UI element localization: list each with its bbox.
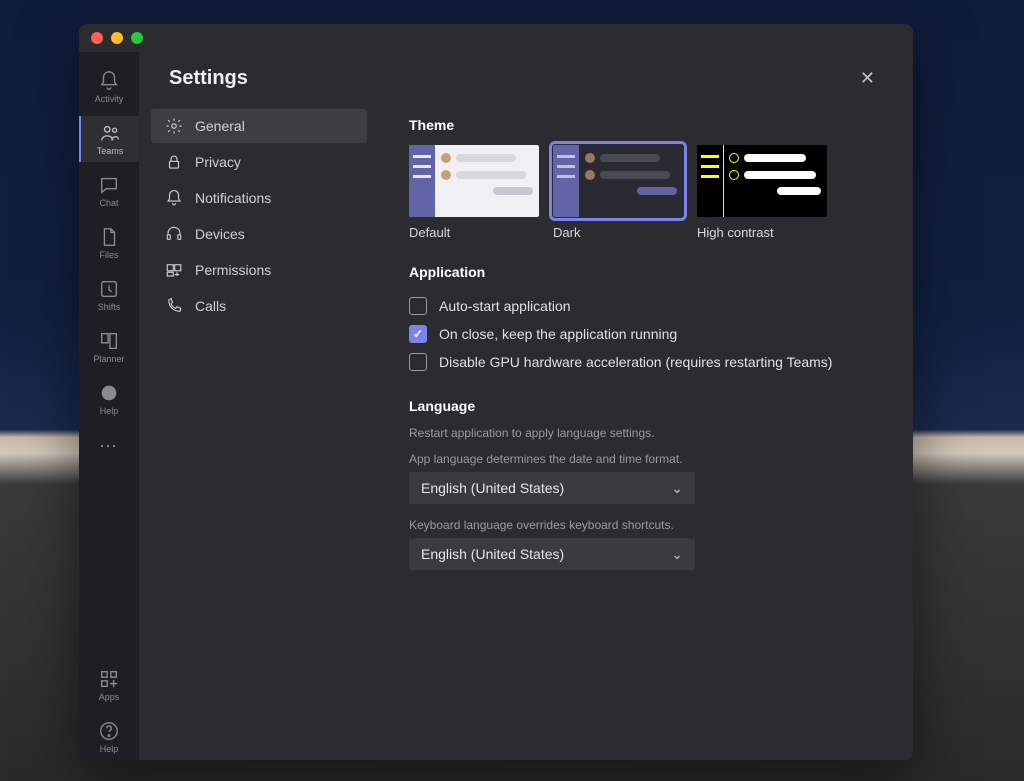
bell-icon — [165, 189, 183, 207]
nav-label: Permissions — [195, 262, 271, 278]
rail-label: Chat — [99, 198, 118, 208]
rail-item-bottom-help[interactable]: Help — [79, 714, 139, 760]
headset-icon — [165, 225, 183, 243]
rail-label: Files — [99, 250, 118, 260]
theme-option-dark[interactable]: Dark — [553, 145, 683, 240]
window-zoom-button[interactable] — [131, 32, 143, 44]
titlebar — [79, 24, 913, 52]
nav-label: Calls — [195, 298, 226, 314]
settings-content: Theme Default — [379, 103, 913, 760]
rail-label: Activity — [95, 94, 124, 104]
chevron-down-icon: ⌄ — [671, 546, 683, 563]
select-value: English (United States) — [421, 546, 564, 562]
info-icon — [98, 382, 120, 404]
theme-label: Default — [409, 225, 539, 240]
theme-label: High contrast — [697, 225, 827, 240]
chevron-down-icon: ⌄ — [671, 480, 683, 497]
rail-label: Planner — [93, 354, 124, 364]
rail-label: Teams — [97, 146, 124, 156]
planner-icon — [98, 330, 120, 352]
window-minimize-button[interactable] — [111, 32, 123, 44]
rail-item-planner[interactable]: Planner — [79, 324, 139, 370]
file-icon — [98, 226, 120, 248]
theme-preview-dark — [553, 145, 683, 217]
nav-item-permissions[interactable]: Permissions — [151, 253, 367, 287]
window-close-button[interactable] — [91, 32, 103, 44]
checkbox-label: On close, keep the application running — [439, 326, 677, 342]
checkbox-disable-gpu[interactable] — [409, 353, 427, 371]
rail-item-teams[interactable]: Teams — [79, 116, 139, 162]
app-rail: Activity Teams Chat Files Shifts Planner… — [79, 52, 139, 760]
checkbox-keep-running[interactable] — [409, 325, 427, 343]
nav-label: Devices — [195, 226, 245, 242]
checkbox-row-keep-running: On close, keep the application running — [409, 320, 883, 348]
clock-icon — [98, 278, 120, 300]
rail-item-activity[interactable]: Activity — [79, 64, 139, 110]
theme-section-title: Theme — [409, 117, 883, 133]
checkbox-label: Auto-start application — [439, 298, 571, 314]
rail-item-chat[interactable]: Chat — [79, 168, 139, 214]
chat-icon — [98, 174, 120, 196]
checkbox-label: Disable GPU hardware acceleration (requi… — [439, 354, 832, 370]
rail-item-apps[interactable]: Apps — [79, 662, 139, 708]
rail-item-help-info[interactable]: Help — [79, 376, 139, 422]
nav-item-privacy[interactable]: Privacy — [151, 145, 367, 179]
gear-icon — [165, 117, 183, 135]
keyboard-language-select[interactable]: English (United States) ⌄ — [409, 538, 695, 570]
nav-item-calls[interactable]: Calls — [151, 289, 367, 323]
theme-option-default[interactable]: Default — [409, 145, 539, 240]
rail-label: Help — [100, 406, 119, 416]
modal-header: Settings ✕ — [139, 52, 913, 103]
language-section-title: Language — [409, 398, 883, 414]
theme-option-high-contrast[interactable]: High contrast — [697, 145, 827, 240]
checkbox-autostart[interactable] — [409, 297, 427, 315]
theme-preview-high-contrast — [697, 145, 827, 217]
app-language-select[interactable]: English (United States) ⌄ — [409, 472, 695, 504]
rail-item-shifts[interactable]: Shifts — [79, 272, 139, 318]
modal-title: Settings — [169, 67, 248, 90]
lock-icon — [165, 153, 183, 171]
checkbox-row-disable-gpu: Disable GPU hardware acceleration (requi… — [409, 348, 883, 376]
close-icon[interactable]: ✕ — [852, 64, 883, 93]
keyboard-language-note: Keyboard language overrides keyboard sho… — [409, 518, 883, 532]
key-icon — [165, 261, 183, 279]
rail-label: Help — [100, 744, 119, 754]
settings-modal: Settings ✕ General Privacy Notifications — [139, 52, 913, 760]
help-icon — [98, 720, 120, 742]
phone-icon — [165, 297, 183, 315]
rail-label: Apps — [99, 692, 120, 702]
nav-item-general[interactable]: General — [151, 109, 367, 143]
nav-item-devices[interactable]: Devices — [151, 217, 367, 251]
nav-label: General — [195, 118, 245, 134]
rail-item-files[interactable]: Files — [79, 220, 139, 266]
settings-nav: General Privacy Notifications Devices Pe… — [139, 103, 379, 760]
apps-icon — [98, 668, 120, 690]
language-restart-note: Restart application to apply language se… — [409, 426, 883, 440]
app-window: ⋯ Activity Teams Chat Files Shifts Plann… — [79, 24, 913, 760]
checkbox-row-autostart: Auto-start application — [409, 292, 883, 320]
select-value: English (United States) — [421, 480, 564, 496]
application-section-title: Application — [409, 264, 883, 280]
people-icon — [99, 122, 121, 144]
rail-more-icon[interactable]: ⋯ — [99, 428, 119, 465]
app-language-note: App language determines the date and tim… — [409, 452, 883, 466]
theme-preview-default — [409, 145, 539, 217]
bell-icon — [98, 70, 120, 92]
theme-options: Default Dark — [409, 145, 883, 240]
theme-label: Dark — [553, 225, 683, 240]
nav-label: Notifications — [195, 190, 271, 206]
rail-label: Shifts — [98, 302, 121, 312]
nav-label: Privacy — [195, 154, 241, 170]
nav-item-notifications[interactable]: Notifications — [151, 181, 367, 215]
